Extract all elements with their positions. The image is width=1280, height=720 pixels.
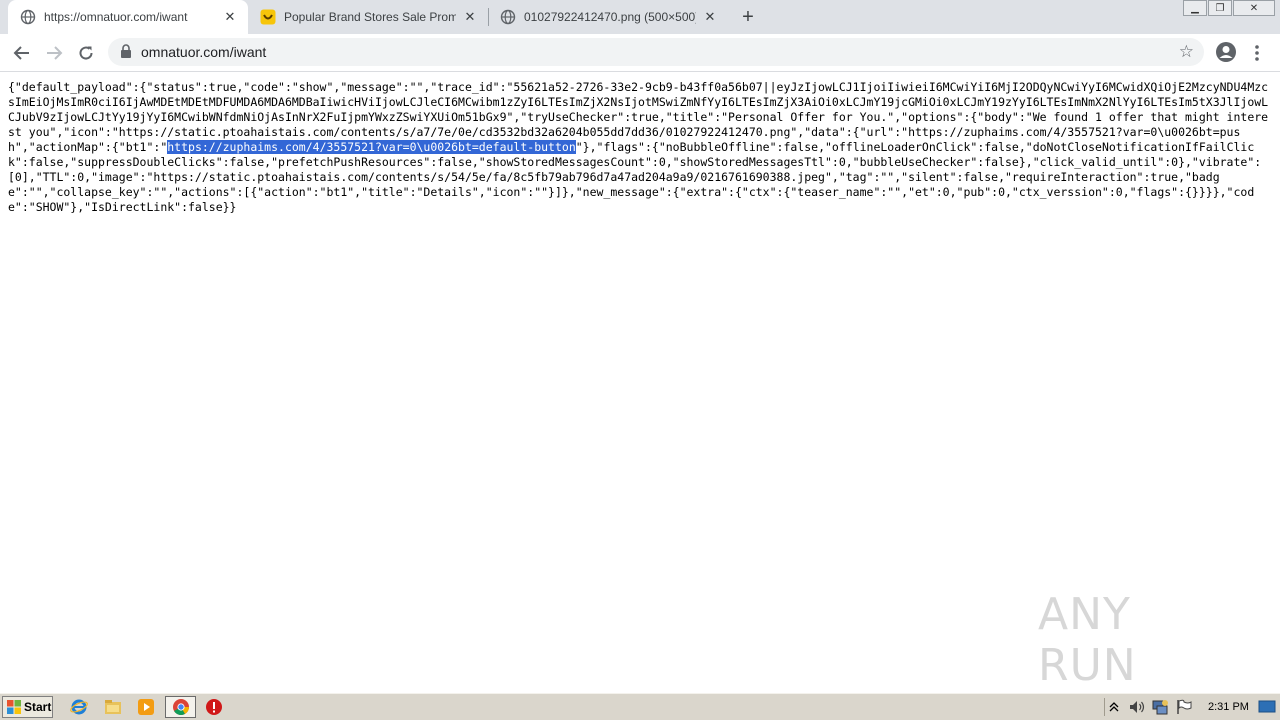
tray-expand-icon[interactable] — [1108, 698, 1120, 716]
start-button[interactable]: Start — [2, 696, 53, 718]
reload-icon — [79, 46, 93, 60]
chrome-icon — [172, 698, 190, 716]
tab-popular-brand[interactable]: Popular Brand Stores Sale Promotion ✕ — [248, 0, 488, 34]
minimize-button[interactable]: ▁ — [1183, 0, 1207, 16]
url-text: omnatuor.com/iwant — [141, 44, 267, 60]
system-clock[interactable]: 2:31 PM — [1208, 701, 1249, 713]
tab-strip: https://omnatuor.com/iwant ✕ Popular Bra… — [0, 0, 1280, 34]
show-desktop-icon[interactable] — [1258, 698, 1276, 716]
close-icon[interactable]: ✕ — [222, 9, 238, 25]
restore-button[interactable]: ❐ — [1208, 0, 1232, 16]
selected-text[interactable]: https://zuphaims.com/4/3557521?var=0\u00… — [167, 140, 576, 154]
tab-title: https://omnatuor.com/iwant — [44, 10, 188, 24]
internet-explorer-icon[interactable] — [70, 698, 88, 716]
menu-dots-icon[interactable] — [1252, 42, 1262, 64]
network-icon[interactable] — [1151, 698, 1169, 716]
tab-title: 01027922412470.png (500×500) — [524, 10, 696, 24]
smiley-icon — [260, 9, 276, 25]
tab-omnatuor[interactable]: https://omnatuor.com/iwant ✕ — [8, 0, 248, 34]
globe-icon — [500, 9, 516, 25]
anyrun-watermark: ANY RUN — [1038, 589, 1234, 691]
windows-logo-icon — [7, 700, 21, 714]
tray-separator — [1104, 698, 1105, 716]
new-tab-button[interactable]: + — [737, 6, 759, 28]
media-player-icon[interactable] — [137, 698, 155, 716]
back-button[interactable] — [10, 41, 34, 65]
forward-arrow-icon — [47, 46, 63, 60]
volume-icon[interactable] — [1128, 698, 1146, 716]
close-window-button[interactable]: ✕ — [1233, 0, 1275, 16]
lock-icon[interactable] — [120, 44, 132, 64]
close-icon[interactable]: ✕ — [702, 9, 718, 25]
tab-png[interactable]: 01027922412470.png (500×500) ✕ — [488, 0, 728, 34]
watermark-text: ANY RUN — [1038, 589, 1137, 691]
file-explorer-icon[interactable] — [104, 698, 122, 716]
back-arrow-icon — [13, 46, 29, 60]
address-bar[interactable]: omnatuor.com/iwant ☆ — [108, 38, 1204, 66]
forward-button[interactable] — [42, 41, 66, 65]
reload-button[interactable] — [74, 41, 98, 65]
taskbar: Start 2:31 PM — [0, 693, 1280, 720]
globe-icon — [20, 9, 36, 25]
profile-icon[interactable] — [1215, 41, 1237, 63]
json-response-text[interactable]: {"default_payload":{"status":true,"code"… — [8, 80, 1270, 215]
close-icon[interactable]: ✕ — [462, 9, 478, 25]
action-center-flag-icon[interactable] — [1175, 698, 1193, 716]
stop-sign-icon[interactable] — [205, 698, 223, 716]
bookmark-star-icon[interactable]: ☆ — [1179, 43, 1194, 61]
tab-title: Popular Brand Stores Sale Promotion — [284, 10, 456, 24]
start-label: Start — [24, 700, 52, 714]
